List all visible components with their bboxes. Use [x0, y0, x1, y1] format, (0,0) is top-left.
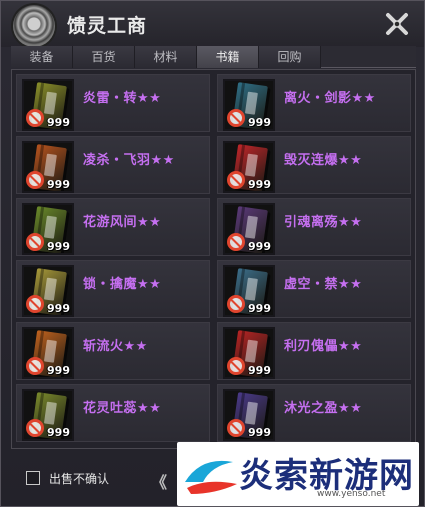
item-count: 999 — [47, 240, 70, 253]
forbid-icon — [26, 109, 44, 127]
window-header: 馈灵工商 — [1, 1, 424, 47]
site-watermark: 炎索新游网 www.yenso.net — [177, 442, 419, 506]
item-name: 凌杀・飞羽★★ — [83, 153, 175, 168]
forbid-icon — [227, 171, 245, 189]
window-title: 馈灵工商 — [67, 15, 148, 37]
tab-general-goods[interactable]: 百货 — [73, 46, 135, 68]
tab-equipment[interactable]: 装备 — [11, 46, 73, 68]
item-slot[interactable]: 999 毁灭连爆★★ — [217, 136, 411, 194]
item-icon[interactable]: 999 — [22, 265, 74, 317]
forbid-icon — [26, 419, 44, 437]
item-count: 999 — [47, 178, 70, 191]
item-slot[interactable]: 999 离火・剑影★★ — [217, 74, 411, 132]
item-name: 离火・剑影★★ — [284, 91, 376, 106]
forbid-icon — [227, 109, 245, 127]
forbid-icon — [26, 171, 44, 189]
forbid-icon — [227, 357, 245, 375]
item-name: 花游风间★★ — [83, 215, 162, 230]
item-slot[interactable]: 999 利刃傀儡★★ — [217, 322, 411, 380]
item-slot[interactable]: 999 花灵吐蕊★★ — [16, 384, 210, 442]
watermark-url: www.yenso.net — [317, 489, 386, 499]
item-name: 沐光之盈★★ — [284, 401, 363, 416]
item-icon[interactable]: 999 — [22, 389, 74, 441]
item-count: 999 — [248, 116, 271, 129]
item-icon[interactable]: 999 — [223, 389, 275, 441]
item-icon[interactable]: 999 — [22, 141, 74, 193]
item-name: 利刃傀儡★★ — [284, 339, 363, 354]
item-slot[interactable]: 999 斩流火★★ — [16, 322, 210, 380]
item-count: 999 — [248, 426, 271, 439]
item-icon[interactable]: 999 — [223, 203, 275, 255]
forbid-icon — [26, 295, 44, 313]
item-icon[interactable]: 999 — [223, 141, 275, 193]
tab-buyback[interactable]: 回购 — [259, 46, 321, 68]
item-count: 999 — [47, 302, 70, 315]
forbid-icon — [227, 233, 245, 251]
item-name: 引魂离殇★★ — [284, 215, 363, 230]
prev-page-button[interactable]: 《 — [151, 469, 167, 493]
item-name: 锁・擒魔★★ — [83, 277, 162, 292]
item-icon[interactable]: 999 — [223, 79, 275, 131]
tab-materials[interactable]: 材料 — [135, 46, 197, 68]
item-name: 炎雷・转★★ — [83, 91, 162, 106]
tab-books[interactable]: 书籍 — [197, 46, 259, 68]
item-count: 999 — [47, 426, 70, 439]
item-icon[interactable]: 999 — [22, 327, 74, 379]
item-count: 999 — [248, 364, 271, 377]
sell-no-confirm-label: 出售不确认 — [49, 472, 110, 486]
watermark-logo-icon — [185, 460, 237, 494]
item-slot[interactable]: 999 虚空・禁★★ — [217, 260, 411, 318]
forbid-icon — [26, 233, 44, 251]
item-name: 毁灭连爆★★ — [284, 153, 363, 168]
item-count: 999 — [248, 178, 271, 191]
item-icon[interactable]: 999 — [223, 265, 275, 317]
forbid-icon — [26, 357, 44, 375]
item-slot[interactable]: 999 炎雷・转★★ — [16, 74, 210, 132]
forbid-icon — [227, 419, 245, 437]
item-name: 虚空・禁★★ — [284, 277, 363, 292]
item-slot[interactable]: 999 凌杀・飞羽★★ — [16, 136, 210, 194]
item-name: 花灵吐蕊★★ — [83, 401, 162, 416]
close-icon[interactable] — [384, 11, 410, 37]
forbid-icon — [227, 295, 245, 313]
item-count: 999 — [248, 302, 271, 315]
item-slot[interactable]: 999 引魂离殇★★ — [217, 198, 411, 256]
shop-window: 馈灵工商 装备 百货 材料 书籍 回购 999 炎雷・转★★ 999 离火・剑影… — [0, 0, 425, 507]
item-grid: 999 炎雷・转★★ 999 离火・剑影★★ 999 凌杀・飞羽★★ 999 毁… — [11, 69, 416, 449]
item-icon[interactable]: 999 — [223, 327, 275, 379]
item-slot[interactable]: 999 沐光之盈★★ — [217, 384, 411, 442]
sell-no-confirm-checkbox[interactable] — [26, 471, 40, 485]
item-name: 斩流火★★ — [83, 339, 148, 354]
item-count: 999 — [47, 364, 70, 377]
item-slot[interactable]: 999 花游风间★★ — [16, 198, 210, 256]
item-count: 999 — [47, 116, 70, 129]
item-count: 999 — [248, 240, 271, 253]
item-icon[interactable]: 999 — [22, 79, 74, 131]
gear-emblem-icon — [13, 5, 55, 47]
category-tabs: 装备 百货 材料 书籍 回购 — [11, 46, 416, 68]
item-icon[interactable]: 999 — [22, 203, 74, 255]
item-slot[interactable]: 999 锁・擒魔★★ — [16, 260, 210, 318]
